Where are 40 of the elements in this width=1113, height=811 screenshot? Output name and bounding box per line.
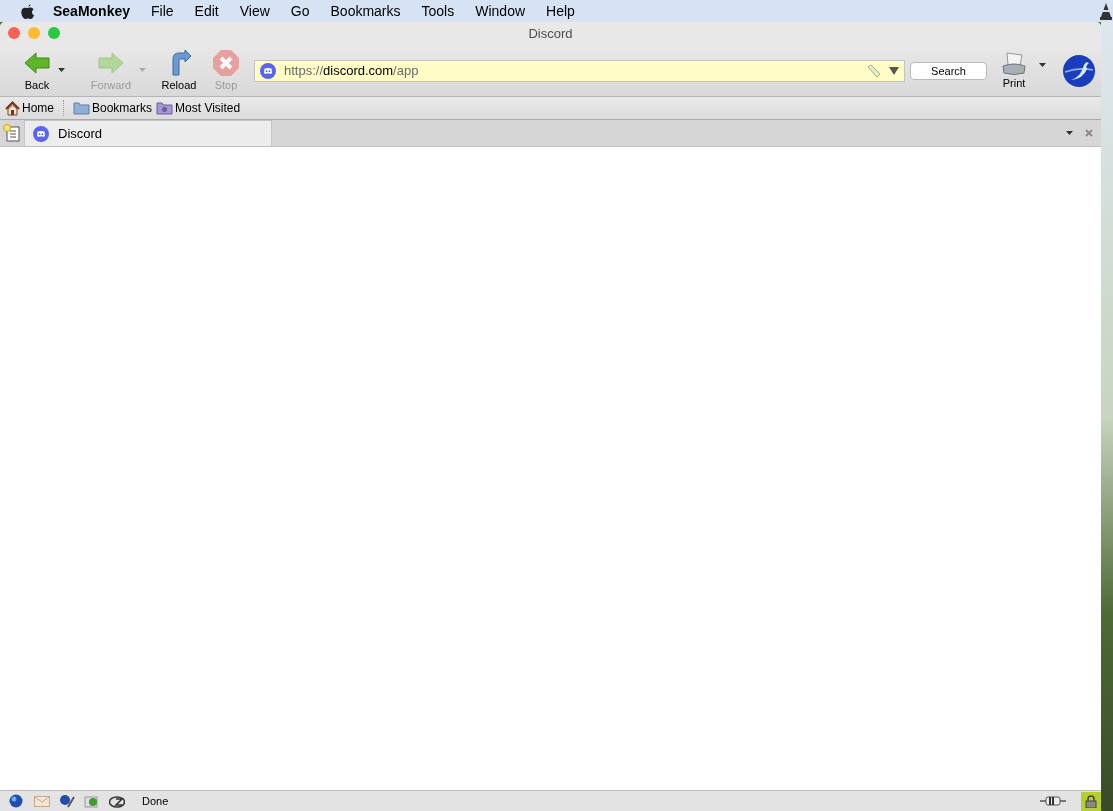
- security-lock[interactable]: [1081, 791, 1101, 811]
- globe-icon[interactable]: [9, 794, 25, 808]
- bookmark-item[interactable]: Home: [5, 99, 54, 117]
- dropdown-caret-icon[interactable]: [58, 67, 65, 72]
- cone-icon: [1099, 2, 1113, 20]
- menu-item[interactable]: Go: [290, 0, 310, 22]
- connection-plug-icon: [1040, 796, 1066, 806]
- seamonkey-logo-icon[interactable]: [1063, 54, 1095, 87]
- back-arrow-icon: [23, 49, 51, 77]
- tab-list-icon[interactable]: [1066, 131, 1073, 135]
- menu-item[interactable]: Bookmarks: [330, 0, 401, 22]
- menu-item[interactable]: Edit: [194, 0, 219, 22]
- print-button[interactable]: Print: [999, 51, 1029, 90]
- back-button[interactable]: Back: [6, 47, 68, 94]
- menu-item[interactable]: File: [151, 0, 174, 22]
- bookmark-item[interactable]: Most Visited: [156, 99, 241, 117]
- padlock-icon: [1085, 794, 1097, 808]
- printer-icon: [1000, 51, 1028, 77]
- menu-item[interactable]: View: [239, 0, 270, 22]
- search-button[interactable]: Search: [910, 61, 987, 80]
- menu-item[interactable]: Tools: [421, 0, 455, 22]
- window-title: Discord: [528, 24, 573, 43]
- dropdown-caret-icon[interactable]: [1039, 63, 1046, 67]
- bookmark-item[interactable]: Bookmarks: [73, 99, 153, 117]
- folder-icon: [73, 101, 90, 115]
- discord-logo-icon: [33, 125, 49, 142]
- history-dropdown-icon[interactable]: [889, 66, 899, 75]
- discord-logo-icon: [260, 62, 276, 79]
- app-menu[interactable]: SeaMonkey: [53, 0, 131, 22]
- house-icon: [5, 100, 20, 116]
- reload-button[interactable]: Reload: [154, 47, 204, 94]
- new-tab-icon[interactable]: [3, 124, 21, 142]
- stop-sign-icon: [212, 49, 240, 77]
- menu-item[interactable]: Help: [546, 0, 575, 22]
- url-field[interactable]: https://discord.com/app: [254, 59, 905, 82]
- tab[interactable]: Discord: [24, 120, 272, 146]
- folder-icon: [156, 101, 174, 115]
- status-text: Done: [142, 793, 169, 809]
- apple-logo-icon: [20, 2, 35, 20]
- menu-item[interactable]: Window: [475, 0, 526, 22]
